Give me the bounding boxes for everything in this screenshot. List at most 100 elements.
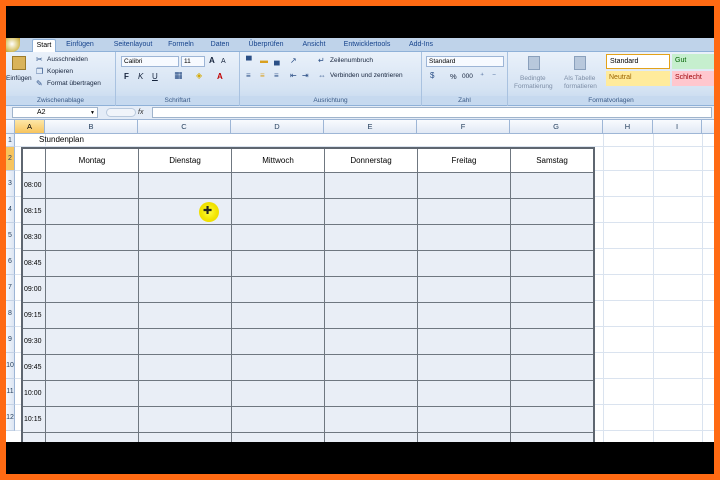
- merge-icon: ⇔: [318, 71, 326, 80]
- number-format-select[interactable]: Standard: [426, 56, 504, 67]
- bold-button[interactable]: F: [124, 72, 129, 81]
- column-header-d[interactable]: D: [231, 120, 324, 134]
- align-right-icon[interactable]: ≡: [274, 71, 279, 80]
- time-cell[interactable]: 08:15: [23, 208, 46, 215]
- table-line: [23, 406, 593, 407]
- row-header-1[interactable]: 1: [6, 134, 15, 147]
- tab-daten[interactable]: Daten: [206, 39, 234, 52]
- table-line: [23, 432, 593, 433]
- time-cell[interactable]: 09:45: [23, 364, 46, 371]
- merge-center-button[interactable]: Verbinden und zentrieren: [330, 71, 403, 80]
- insert-function-icon[interactable]: fx: [138, 107, 143, 118]
- timetable[interactable]: Montag Dienstag Mittwoch Donnerstag Frei…: [21, 147, 595, 442]
- office-button[interactable]: [6, 38, 20, 52]
- time-cell[interactable]: 08:30: [23, 234, 46, 241]
- border-icon[interactable]: ▦: [174, 71, 183, 80]
- formula-input[interactable]: [152, 107, 712, 118]
- day-header-freitag[interactable]: Freitag: [418, 149, 510, 172]
- copy-button[interactable]: Kopieren: [47, 67, 73, 76]
- thousands-button[interactable]: 000: [462, 72, 473, 81]
- tab-formeln[interactable]: Formeln: [166, 39, 196, 52]
- font-group-label: Schriftart: [116, 96, 239, 105]
- fill-color-icon[interactable]: ◈: [196, 71, 202, 80]
- tab-ansicht[interactable]: Ansicht: [298, 39, 330, 52]
- day-header-montag[interactable]: Montag: [46, 149, 138, 172]
- row-header-3[interactable]: 3: [6, 171, 15, 197]
- row-header-4[interactable]: 4: [6, 197, 15, 223]
- align-middle-icon[interactable]: ▬: [260, 56, 268, 65]
- row-header-10[interactable]: 10: [6, 353, 15, 379]
- column-header-i[interactable]: I: [653, 120, 702, 134]
- cut-button[interactable]: Ausschneiden: [47, 55, 88, 64]
- tab-einfuegen[interactable]: Einfügen: [62, 39, 98, 52]
- tab-add-ins[interactable]: Add-Ins: [404, 39, 438, 52]
- timetable-body: [23, 172, 593, 442]
- format-painter-button[interactable]: Format übertragen: [47, 79, 101, 88]
- style-neutral[interactable]: Neutral: [606, 71, 670, 86]
- align-top-icon[interactable]: ▀: [246, 56, 252, 65]
- column-header-g[interactable]: G: [510, 120, 603, 134]
- font-color-button[interactable]: A: [217, 72, 223, 81]
- orientation-icon[interactable]: ↗: [290, 56, 297, 65]
- column-header-e[interactable]: E: [324, 120, 417, 134]
- row-header-7[interactable]: 7: [6, 275, 15, 301]
- tab-start[interactable]: Start: [32, 39, 56, 52]
- day-header-donnerstag[interactable]: Donnerstag: [325, 149, 417, 172]
- name-box-value: A2: [37, 109, 46, 116]
- font-name-select[interactable]: Calibri: [121, 56, 179, 67]
- shrink-font-button[interactable]: A: [221, 57, 226, 66]
- paste-button[interactable]: Einfügen: [6, 74, 32, 83]
- tab-ueberpruefen[interactable]: Überprüfen: [244, 39, 288, 52]
- percent-button[interactable]: %: [450, 72, 457, 81]
- time-cell[interactable]: 10:15: [23, 416, 46, 423]
- time-cell[interactable]: 08:45: [23, 260, 46, 267]
- row-header-11[interactable]: 11: [6, 379, 15, 405]
- tab-entwicklertools[interactable]: Entwicklertools: [340, 39, 394, 52]
- time-cell[interactable]: 09:30: [23, 338, 46, 345]
- column-header-f[interactable]: F: [417, 120, 510, 134]
- name-box-dropdown-icon[interactable]: ▼: [90, 108, 95, 118]
- column-header-c[interactable]: C: [138, 120, 231, 134]
- table-line: [417, 149, 418, 442]
- day-header-dienstag[interactable]: Dienstag: [139, 149, 231, 172]
- style-standard[interactable]: Standard: [606, 54, 670, 69]
- underline-button[interactable]: U: [152, 72, 158, 81]
- day-header-mittwoch[interactable]: Mittwoch: [232, 149, 324, 172]
- increase-decimal-icon[interactable]: ⁺: [480, 71, 484, 80]
- day-header-samstag[interactable]: Samstag: [511, 149, 593, 172]
- decrease-decimal-icon[interactable]: ⁻: [492, 71, 496, 80]
- row-header-8[interactable]: 8: [6, 301, 15, 327]
- row-header-2[interactable]: 2: [6, 147, 15, 171]
- select-all-corner[interactable]: [6, 120, 15, 134]
- name-box[interactable]: A2 ▼: [12, 107, 98, 118]
- align-center-icon[interactable]: ≡: [260, 71, 265, 80]
- row-header-6[interactable]: 6: [6, 249, 15, 275]
- align-left-icon[interactable]: ≡: [246, 71, 251, 80]
- gridline: [653, 134, 654, 442]
- row-header-12[interactable]: 12: [6, 405, 15, 431]
- row-header-5[interactable]: 5: [6, 223, 15, 249]
- column-header-a[interactable]: A: [15, 120, 45, 134]
- time-cell[interactable]: 10:00: [23, 390, 46, 397]
- style-gut[interactable]: Gut: [672, 54, 714, 69]
- column-header-b[interactable]: B: [45, 120, 138, 134]
- increase-indent-icon[interactable]: ⇥: [302, 71, 309, 80]
- sheet-title-cell[interactable]: Stundenplan: [39, 134, 84, 146]
- time-cell[interactable]: 09:15: [23, 312, 46, 319]
- grow-font-button[interactable]: A: [209, 56, 215, 65]
- align-bottom-icon[interactable]: ▄: [274, 56, 280, 65]
- time-cell[interactable]: 08:00: [23, 182, 46, 189]
- time-cell[interactable]: 09:00: [23, 286, 46, 293]
- column-header-j[interactable]: [702, 120, 714, 134]
- worksheet-grid[interactable]: A B C D E F G H I 1 2 3 4 5 6 7 8 9 10 1…: [6, 120, 714, 442]
- italic-button[interactable]: K: [138, 72, 143, 81]
- wrap-text-button[interactable]: Zeilenumbruch: [330, 56, 373, 65]
- style-schlecht[interactable]: Schlecht: [672, 71, 714, 86]
- currency-icon[interactable]: $: [430, 71, 434, 80]
- row-header-9[interactable]: 9: [6, 327, 15, 353]
- format-painter-icon: ✎: [36, 79, 43, 88]
- column-header-h[interactable]: H: [603, 120, 653, 134]
- decrease-indent-icon[interactable]: ⇤: [290, 71, 297, 80]
- tab-seitenlayout[interactable]: Seitenlayout: [110, 39, 156, 52]
- font-size-select[interactable]: 11: [181, 56, 205, 67]
